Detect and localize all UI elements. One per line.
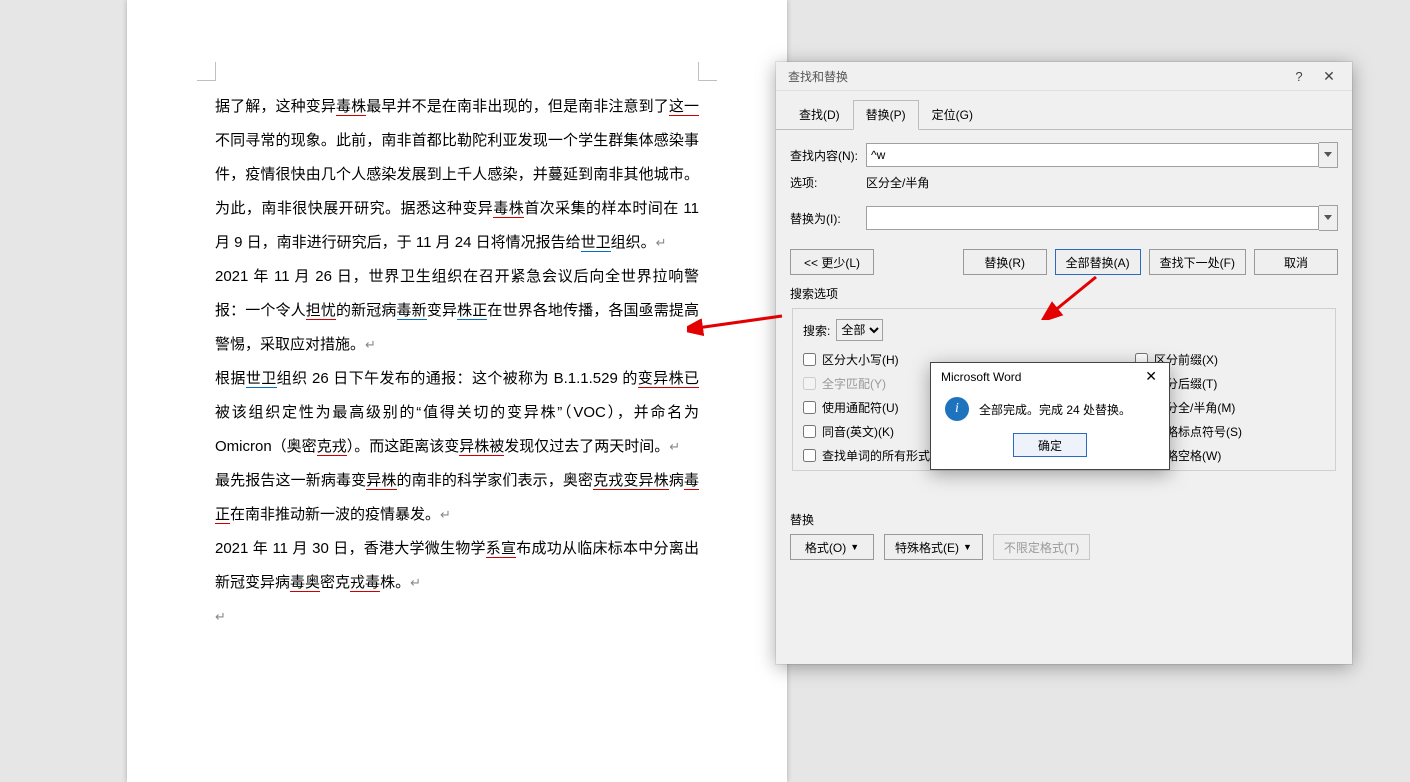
text: 组织 26 日下午发布的通报：这个被称为 B.1.1.529 的	[277, 370, 638, 387]
options-label: 选项:	[790, 174, 866, 191]
paragraph[interactable]: 据了解，这种变异毒株最早并不是在南非出现的，但是南非注意到了这一不同寻常的现象。…	[215, 90, 699, 260]
grammar-squiggle: 株正	[457, 302, 487, 320]
message-box[interactable]: Microsoft Word ✕ i 全部完成。完成 24 处替换。 确定	[930, 362, 1170, 470]
spellcheck-squiggle: 毒株	[493, 200, 524, 218]
text: ）。而这距离该变	[347, 438, 460, 455]
spellcheck-squiggle: 毒株	[336, 98, 366, 116]
cancel-button[interactable]: 取消	[1254, 249, 1338, 275]
search-direction-select[interactable]: 全部	[836, 319, 883, 341]
msgbox-close-button[interactable]: ✕	[1139, 368, 1163, 385]
info-icon: i	[945, 397, 969, 421]
special-button[interactable]: 特殊格式(E)▼	[884, 534, 983, 560]
paragraph-mark: ↵	[365, 337, 376, 352]
replace-history-dropdown[interactable]	[1319, 205, 1338, 231]
spellcheck-squiggle: 担忧	[306, 302, 336, 320]
find-options-row: 选项: 区分全/半角	[790, 174, 1338, 191]
replace-row: 替换为(I):	[790, 205, 1338, 231]
paragraph-mark: ↵	[215, 609, 226, 624]
grammar-squiggle: 毒新	[397, 302, 427, 320]
action-buttons: << 更少(L) 替换(R) 全部替换(A) 查找下一处(F) 取消	[790, 249, 1338, 275]
less-button[interactable]: << 更少(L)	[790, 249, 874, 275]
dialog-title: 查找和替换	[788, 68, 1284, 85]
find-label: 查找内容(N):	[790, 147, 866, 164]
dialog-body: 查找内容(N): 选项: 区分全/半角 替换为(I): << 更少(L) 替换(…	[776, 130, 1352, 572]
paragraph[interactable]: 2021 年 11 月 26 日，世界卫生组织在召开紧急会议后向全世界拉响警报：…	[215, 260, 699, 362]
text: 最先报告这一新病毒变	[215, 472, 366, 489]
paragraph-mark: ↵	[656, 235, 667, 250]
paragraph[interactable]: 根据世卫组织 26 日下午发布的通报：这个被称为 B.1.1.529 的变异株已…	[215, 362, 699, 464]
document-page: 据了解，这种变异毒株最早并不是在南非出现的，但是南非注意到了这一不同寻常的现象。…	[127, 0, 787, 782]
caret-down-icon: ▼	[850, 542, 859, 552]
paragraph-mark: ↵	[410, 575, 421, 590]
grammar-squiggle: 世卫	[246, 370, 277, 388]
replace-button[interactable]: 替换(R)	[963, 249, 1047, 275]
text: 的南非的科学家们表示，奥密	[397, 472, 594, 489]
replace-section-title: 替换	[790, 511, 1338, 528]
document-body[interactable]: 据了解，这种变异毒株最早并不是在南非出现的，但是南非注意到了这一不同寻常的现象。…	[215, 90, 699, 634]
text: 发现仅过去了两天时间。	[504, 438, 669, 455]
msgbox-title: Microsoft Word	[941, 370, 1021, 384]
search-direction-label: 搜索:	[803, 322, 830, 339]
replace-format-section: 替换 格式(O)▼ 特殊格式(E)▼ 不限定格式(T)	[790, 511, 1338, 560]
no-format-button: 不限定格式(T)	[993, 534, 1090, 560]
spellcheck-squiggle: 克戎变异株	[593, 472, 669, 490]
text: 病	[669, 472, 684, 489]
text: 在南非推动新一波的疫情暴发。	[230, 506, 440, 523]
text: 2021 年 11 月 30 日，香港大学微生物学	[215, 540, 486, 557]
text: 组织。	[611, 234, 656, 251]
tab-replace[interactable]: 替换(P)	[853, 100, 919, 130]
text: 根据	[215, 370, 246, 387]
tab-find[interactable]: 查找(D)	[786, 100, 853, 130]
options-value: 区分全/半角	[866, 174, 929, 191]
spellcheck-squiggle: 毒奥	[290, 574, 320, 592]
search-direction-row: 搜索: 全部	[803, 319, 1325, 341]
paragraph[interactable]: 2021 年 11 月 30 日，香港大学微生物学系宣布成功从临床标本中分离出新…	[215, 532, 699, 600]
tab-goto[interactable]: 定位(G)	[919, 100, 986, 130]
paragraph-mark: ↵	[440, 507, 451, 522]
format-button[interactable]: 格式(O)▼	[790, 534, 874, 560]
spellcheck-squiggle: 系宣	[486, 540, 517, 558]
search-options-title: 搜索选项	[790, 285, 1338, 302]
margin-corner	[698, 62, 717, 81]
replace-label: 替换为(I):	[790, 210, 866, 227]
text: 最早并不是在南非出现的，但是南非注意到了	[366, 98, 669, 115]
grammar-squiggle: 世卫	[581, 234, 611, 252]
find-history-dropdown[interactable]	[1319, 142, 1338, 168]
msgbox-text: 全部完成。完成 24 处替换。	[979, 401, 1131, 418]
caret-down-icon: ▼	[963, 542, 972, 552]
spellcheck-squiggle: 戎毒	[350, 574, 380, 592]
dialog-tabs: 查找(D) 替换(P) 定位(G)	[776, 91, 1352, 130]
msgbox-ok-button[interactable]: 确定	[1013, 433, 1087, 457]
paragraph-mark: ↵	[669, 439, 680, 454]
replace-all-button[interactable]: 全部替换(A)	[1055, 249, 1141, 275]
paragraph[interactable]: 最先报告这一新病毒变异株的南非的科学家们表示，奥密克戎变异株病毒正在南非推动新一…	[215, 464, 699, 532]
spellcheck-squiggle: 异株被	[459, 438, 504, 456]
margin-corner	[197, 62, 216, 81]
dialog-titlebar[interactable]: 查找和替换 ? ✕	[776, 62, 1352, 91]
msgbox-titlebar[interactable]: Microsoft Word ✕	[931, 363, 1169, 389]
text: 株。	[380, 574, 410, 591]
spellcheck-squiggle: 这一	[669, 98, 699, 116]
text: 的新冠病	[336, 302, 397, 319]
paragraph[interactable]: ↵	[215, 600, 699, 634]
help-button[interactable]: ?	[1284, 69, 1314, 84]
replace-input[interactable]	[866, 206, 1319, 230]
spellcheck-squiggle: 克戎	[317, 438, 347, 456]
text: 据了解，这种变异	[215, 98, 336, 115]
text: 变异	[427, 302, 457, 319]
spellcheck-squiggle: 变异株已	[638, 370, 699, 388]
find-input[interactable]	[866, 143, 1319, 167]
text: 密克	[320, 574, 350, 591]
find-next-button[interactable]: 查找下一处(F)	[1149, 249, 1246, 275]
find-row: 查找内容(N):	[790, 142, 1338, 168]
spellcheck-squiggle: 异株	[366, 472, 396, 490]
close-button[interactable]: ✕	[1314, 68, 1344, 85]
